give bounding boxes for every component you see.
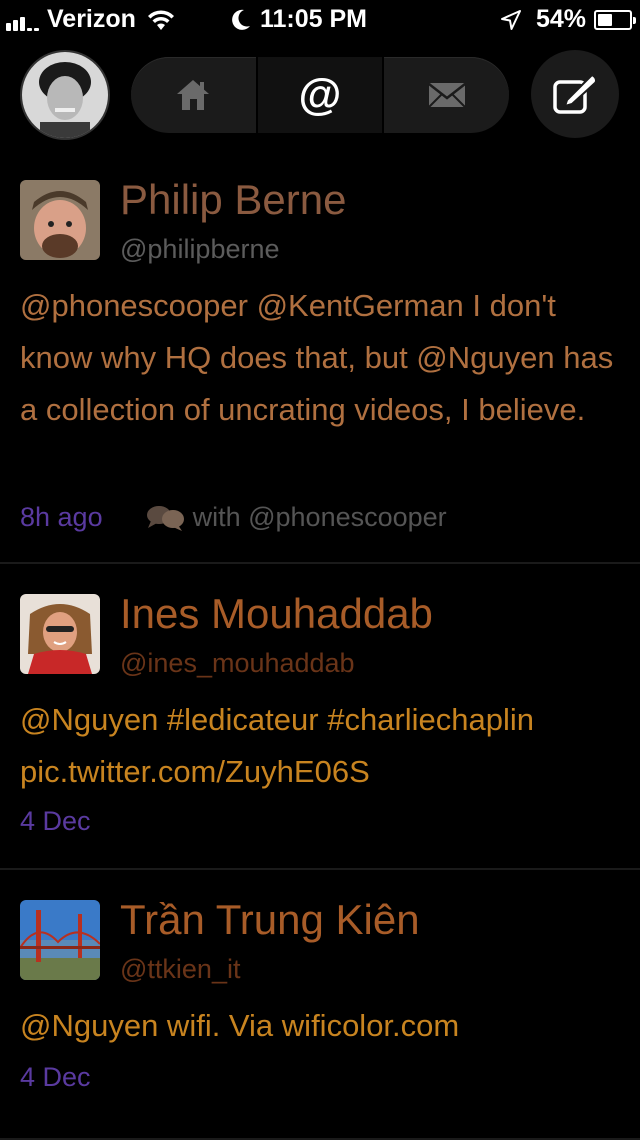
tweet-meta: 4 Dec xyxy=(20,806,91,837)
tweet-item[interactable]: Ines Mouhaddab @ines_mouhaddab @Nguyen #… xyxy=(0,564,640,870)
author-name[interactable]: Ines Mouhaddab xyxy=(120,590,433,638)
mentions-feed: Philip Berne @philipberne @phonescooper … xyxy=(0,150,640,1140)
clock: 11:05 PM xyxy=(260,5,368,33)
tweet-item[interactable]: Trần Trung Kiên @ttkien_it @Nguyen wifi.… xyxy=(0,870,640,1140)
avatar-image xyxy=(20,594,100,674)
conversation-link[interactable]: with @phonescooper xyxy=(145,502,447,533)
author-handle: @philipberne xyxy=(120,234,280,264)
at-mention-icon: @ xyxy=(298,70,342,119)
tweet-meta: 8h ago with @phonescooper xyxy=(20,502,447,533)
do-not-disturb-moon-icon xyxy=(232,9,250,30)
envelope-icon xyxy=(427,83,466,108)
tweet-meta: 4 Dec xyxy=(20,1062,91,1093)
tweet-author-avatar[interactable] xyxy=(20,900,100,980)
conversation-bubbles-icon xyxy=(146,505,184,531)
compose-icon xyxy=(553,73,597,114)
location-arrow-icon xyxy=(500,9,521,30)
timeline-tabs: @ xyxy=(131,57,509,133)
home-icon xyxy=(177,80,210,110)
compose-button[interactable] xyxy=(531,50,619,138)
tweet-timestamp: 4 Dec xyxy=(20,806,91,836)
tweet-timestamp: 4 Dec xyxy=(20,1062,91,1092)
tweet-text: @Nguyen wifi. Via wificolor.com xyxy=(20,1008,460,1043)
author-name[interactable]: Trần Trung Kiên xyxy=(120,896,420,944)
signal-strength-icon xyxy=(6,9,41,31)
tweet-author-avatar[interactable] xyxy=(20,594,100,674)
tab-mentions[interactable]: @ xyxy=(257,57,385,133)
tab-messages[interactable] xyxy=(384,57,509,133)
avatar-image xyxy=(20,180,100,260)
tweet-author-avatar[interactable] xyxy=(20,180,100,260)
avatar-image xyxy=(20,900,100,980)
author-name[interactable]: Philip Berne xyxy=(120,176,346,224)
author-handle: @ines_mouhaddab xyxy=(120,648,355,678)
carrier-label: Verizon xyxy=(47,5,136,33)
tweet-text: @phonescooper @KentGerman I don't know w… xyxy=(20,288,614,427)
tweet-text: @Nguyen #ledicateur #charliechaplin pic.… xyxy=(20,702,534,789)
my-profile-avatar[interactable] xyxy=(20,50,110,140)
status-bar: Verizon 11:05 PM 54% xyxy=(0,0,640,40)
author-handle: @ttkien_it xyxy=(120,954,241,984)
user-avatar-image xyxy=(22,52,108,138)
tweet-item[interactable]: Philip Berne @philipberne @phonescooper … xyxy=(0,150,640,564)
battery-percentage: 54% xyxy=(535,5,586,33)
top-navigation: @ xyxy=(0,40,640,150)
tweet-timestamp: 8h ago xyxy=(20,502,103,532)
battery-icon xyxy=(594,9,636,30)
conversation-label: with @phonescooper xyxy=(192,502,447,532)
tab-home[interactable] xyxy=(131,57,258,133)
wifi-icon xyxy=(147,9,174,30)
